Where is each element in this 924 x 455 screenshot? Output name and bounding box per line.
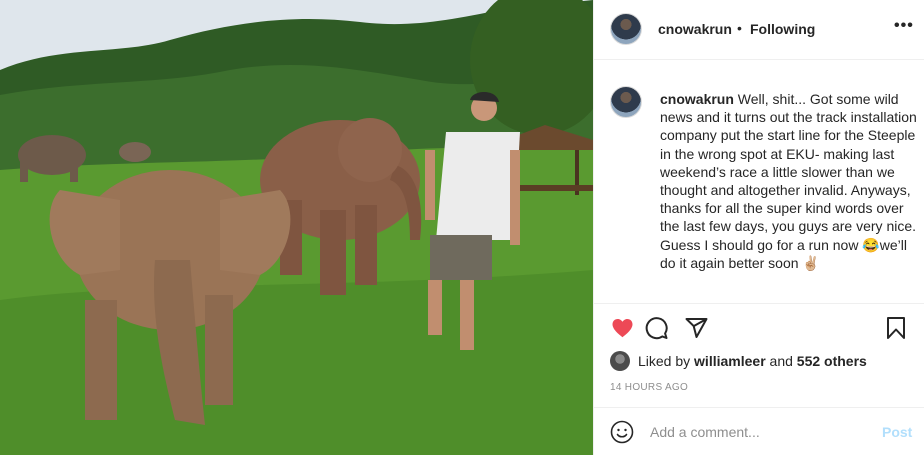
caption-avatar[interactable] bbox=[610, 86, 642, 118]
more-options-icon[interactable]: ••• bbox=[894, 17, 914, 35]
add-comment-input[interactable] bbox=[650, 422, 870, 442]
bookmark-icon[interactable] bbox=[884, 316, 908, 345]
post-panel: cnowakrun • Following ••• cnowakrun Well… bbox=[593, 0, 924, 455]
liker-username[interactable]: williamleer bbox=[694, 353, 766, 369]
heart-icon[interactable] bbox=[610, 316, 635, 345]
comment-box: Post bbox=[594, 407, 924, 455]
liker-avatar[interactable] bbox=[610, 351, 630, 371]
post-timestamp[interactable]: 14 HOURS AGO bbox=[610, 382, 688, 393]
following-button[interactable]: Following bbox=[750, 21, 815, 37]
likes-line: Liked by williamleer and 552 others bbox=[610, 350, 910, 372]
caption-divider bbox=[594, 303, 924, 304]
header-separator: • bbox=[737, 20, 742, 36]
caption-username[interactable]: cnowakrun bbox=[660, 91, 734, 107]
author-avatar[interactable] bbox=[610, 13, 642, 45]
post-comment-button[interactable]: Post bbox=[882, 424, 912, 440]
action-bar bbox=[610, 316, 912, 344]
comment-icon[interactable] bbox=[644, 316, 669, 345]
caption-text-block: cnowakrun Well, shit... Got some wild ne… bbox=[660, 90, 922, 272]
share-icon[interactable] bbox=[684, 316, 709, 345]
likes-middle: and bbox=[769, 353, 793, 369]
header-username[interactable]: cnowakrun bbox=[658, 21, 732, 37]
post-header: cnowakrun • Following ••• bbox=[594, 0, 924, 60]
likes-prefix: Liked by bbox=[638, 353, 691, 369]
likes-text: Liked by williamleer and 552 others bbox=[638, 353, 867, 369]
likes-others-link[interactable]: 552 others bbox=[797, 353, 867, 369]
post-photo[interactable] bbox=[0, 0, 593, 455]
elephants-photo bbox=[0, 0, 593, 455]
caption-body: Well, shit... Got some wild news and it … bbox=[660, 91, 917, 271]
smiley-icon[interactable] bbox=[610, 420, 634, 449]
